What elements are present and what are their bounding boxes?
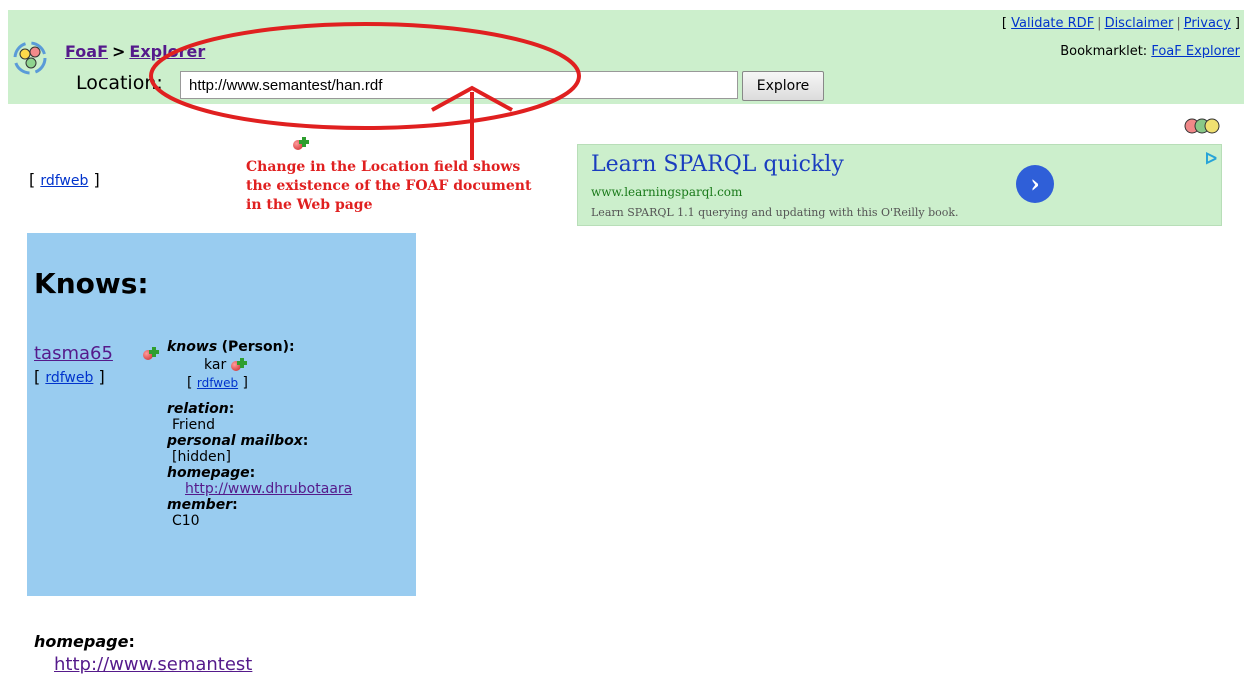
person-rdfweb: [ rdfweb ] [34,367,105,386]
top-links: [ Validate RDF | Disclaimer | Privacy ] [1002,16,1240,31]
person-add-icon[interactable] [143,347,159,361]
breadcrumb-foaf-link[interactable]: FoaF [65,42,108,61]
top-links-open: [ [1001,16,1007,31]
prop-name: homepage [167,465,250,481]
mailbox-value: [hidden] [172,449,231,465]
bracket-close: ] [93,170,100,189]
bracket-open: [ [34,367,41,386]
prop-name: personal mailbox [167,433,303,449]
annotation-line: Change in the Location field shows [246,159,521,175]
bookmarklet-link[interactable]: FoaF Explorer [1151,44,1240,59]
ad-description: Learn SPARQL 1.1 querying and updating w… [591,206,959,219]
homepage-link[interactable]: http://www.semantest [54,654,252,675]
adchoices-icon[interactable]: ᐅ [1205,149,1217,168]
ad-banner[interactable]: Learn SPARQL quickly www.learningsparql.… [577,144,1222,226]
person-properties: knows (Person): kar [ rdfweb ] relation:… [167,339,407,529]
annotation-text: Change in the Location field shows the e… [246,158,576,215]
link-divider: | [1176,16,1181,31]
prop-name: knows [167,339,218,355]
colon: : [232,497,238,513]
knows-property: knows (Person): [167,339,407,355]
mailbox-property: personal mailbox: [167,433,407,449]
person-add-icon[interactable] [230,358,247,372]
homepage-link[interactable]: http://www.dhrubotaara [185,481,352,497]
colon: : [249,465,256,481]
rdfweb-link[interactable]: rdfweb [40,173,88,189]
prop-type: (Person): [221,339,295,355]
location-input[interactable] [180,71,738,99]
explore-button[interactable]: Explore [742,71,824,101]
member-property: member: [167,497,407,513]
header-bar: FoaF>Explorer Location: Explore [ Valida… [8,10,1244,104]
bracket-close: ] [98,367,105,386]
known-person: kar [204,357,407,373]
ad-arrow-icon[interactable]: › [1016,165,1054,203]
prop-name: relation [167,401,229,417]
breadcrumb-explorer-link[interactable]: Explorer [129,42,205,61]
annotation-line: in the Web page [246,197,373,213]
colon: : [228,401,235,417]
rdfweb-top: [ rdfweb ] [29,170,100,189]
bracket-open: [ [29,170,36,189]
person-rdfweb-link[interactable]: rdfweb [45,370,93,386]
member-value: C10 [172,513,200,529]
colon: : [128,632,135,651]
ad-url[interactable]: www.learningsparql.com [591,185,742,199]
validate-rdf-link[interactable]: Validate RDF [1011,16,1094,31]
person-link[interactable]: tasma65 [34,343,113,364]
disclaimer-link[interactable]: Disclaimer [1105,16,1174,31]
bracket-open: [ [187,375,193,391]
prop-name: member [167,497,233,513]
known-rdfweb: [ rdfweb ] [187,375,407,391]
top-links-close: ] [1234,16,1240,31]
link-divider: | [1097,16,1102,31]
known-rdfweb-link[interactable]: rdfweb [197,376,238,390]
ad-title[interactable]: Learn SPARQL quickly [591,152,844,177]
breadcrumb-separator: > [112,42,126,61]
bookmarklet: Bookmarklet: FoaF Explorer [1060,44,1240,59]
prop-name: homepage [34,632,129,651]
relation-value: Friend [172,417,216,433]
knows-panel: Knows: tasma65 [ rdfweb ] knows (Person)… [27,233,416,596]
colon: : [302,433,309,449]
privacy-link[interactable]: Privacy [1184,16,1231,31]
bookmarklet-label: Bookmarklet: [1060,44,1148,59]
people-icon [1184,118,1220,134]
known-person-name: kar [204,357,227,373]
annotation-line: the existence of the FOAF document [246,178,532,194]
relation-property: relation: [167,401,407,417]
breadcrumb: FoaF > Explorer [65,42,205,61]
foaf-logo-icon [13,41,47,75]
location-label: Location: [76,72,163,94]
homepage-property: homepage: [167,465,407,481]
bracket-close: ] [242,375,249,391]
person-add-icon[interactable] [293,137,309,151]
knows-heading: Knows: [34,267,149,300]
homepage-property: homepage: [34,632,135,651]
